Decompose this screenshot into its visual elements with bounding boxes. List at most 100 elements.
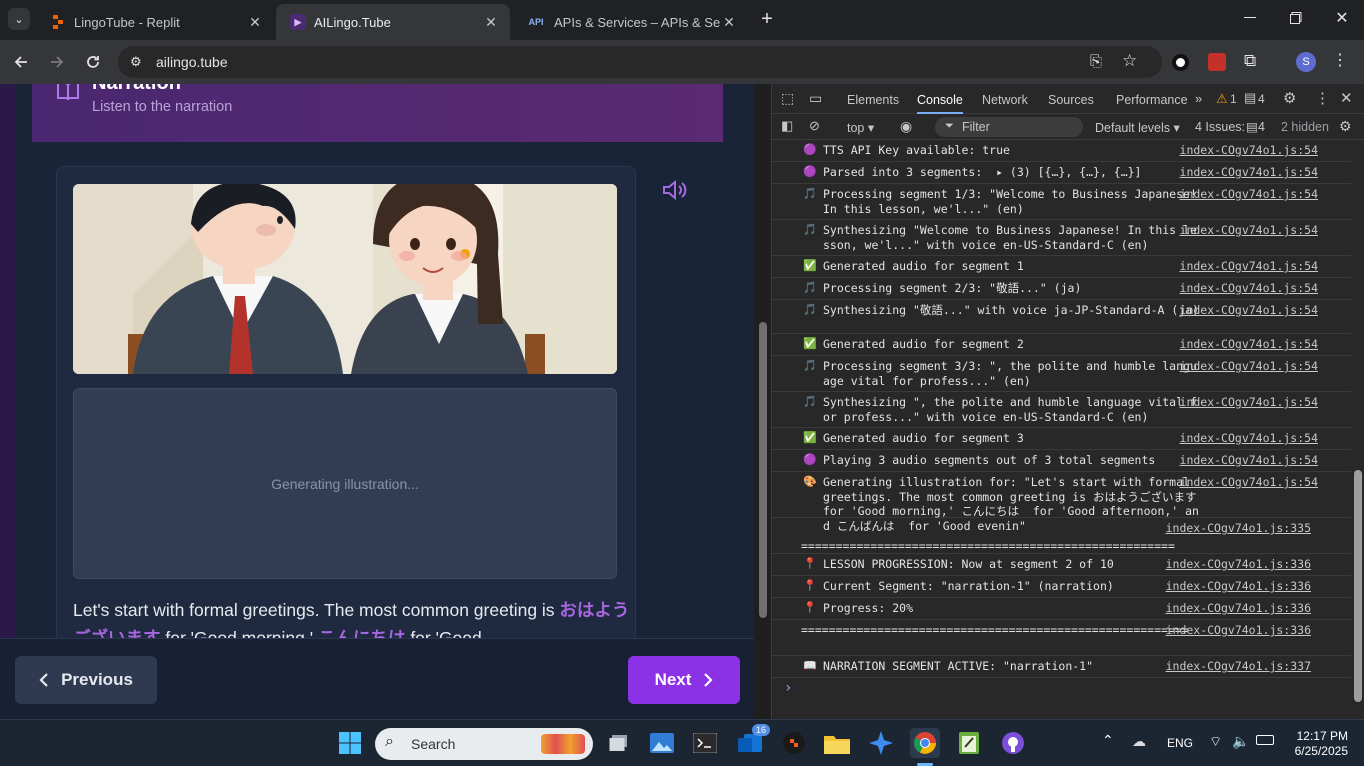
- battery-icon[interactable]: [1256, 735, 1274, 745]
- log-source-link[interactable]: index-COgv74o1.js:54: [1180, 431, 1318, 446]
- log-source-link[interactable]: index-COgv74o1.js:54: [1180, 187, 1318, 202]
- log-source-link[interactable]: index-COgv74o1.js:336: [1166, 601, 1311, 616]
- wifi-icon[interactable]: ⌔: [1209, 733, 1222, 751]
- console-scrollbar[interactable]: [1351, 140, 1364, 719]
- console-message[interactable]: ✅ Generated audio for segment 1 index-COgv…: [772, 256, 1351, 278]
- page-scrollbar-thumb[interactable]: [759, 322, 767, 618]
- browser-menu-icon[interactable]: ⋮: [1332, 50, 1348, 70]
- close-window-button[interactable]: ✕: [1330, 6, 1354, 30]
- log-source-link[interactable]: index-COgv74o1.js:54: [1180, 223, 1318, 238]
- log-source-link[interactable]: index-COgv74o1.js:54: [1180, 165, 1318, 180]
- close-icon[interactable]: ✕: [720, 13, 738, 31]
- warning-icon[interactable]: ⚠: [1216, 91, 1228, 107]
- browser-tab-apis[interactable]: API APIs & Services – APIs & Services ✕: [512, 4, 748, 40]
- file-explorer-icon[interactable]: [822, 728, 852, 758]
- console-message[interactable]: 📍 Current Segment: "narration-1" (narrati…: [772, 576, 1351, 598]
- more-tabs-icon[interactable]: »: [1195, 91, 1202, 106]
- log-source-link[interactable]: index-COgv74o1.js:54: [1180, 259, 1318, 274]
- log-source-link[interactable]: index-COgv74o1.js:336: [1166, 623, 1311, 638]
- bookmark-star-icon[interactable]: ☆: [1122, 51, 1137, 71]
- onedrive-warning-icon[interactable]: ☁: [1132, 733, 1146, 750]
- console-message[interactable]: 🟣 Playing 3 audio segments out of 3 total…: [772, 450, 1351, 472]
- next-button[interactable]: Next: [628, 656, 740, 704]
- reload-button[interactable]: [79, 48, 107, 76]
- log-source-link[interactable]: index-COgv74o1.js:54: [1180, 281, 1318, 296]
- log-source-link[interactable]: index-COgv74o1.js:54: [1180, 143, 1318, 158]
- log-levels-dropdown[interactable]: Default levels ▾: [1095, 120, 1180, 135]
- outlook-app-icon[interactable]: 16: [736, 724, 771, 758]
- github-icon[interactable]: [998, 728, 1028, 758]
- taskbar-search-box[interactable]: ⌕ Search: [375, 728, 593, 760]
- sidebar-toggle-icon[interactable]: ◧: [781, 118, 793, 134]
- clear-console-icon[interactable]: ⊘: [809, 118, 820, 134]
- browser-tab-replit[interactable]: LingoTube - Replit ✕: [36, 4, 274, 40]
- device-toolbar-icon[interactable]: ▭: [809, 90, 822, 107]
- language-indicator[interactable]: ENG: [1167, 736, 1193, 750]
- console-message[interactable]: ========================================…: [772, 620, 1351, 656]
- ai-app-icon[interactable]: [779, 728, 809, 758]
- console-message[interactable]: 🎵 Synthesizing "敬語..." with voice ja-JP-S…: [772, 300, 1351, 334]
- log-source-link[interactable]: index-COgv74o1.js:336: [1166, 579, 1311, 594]
- log-source-link[interactable]: index-COgv74o1.js:54: [1180, 303, 1318, 318]
- minimize-button[interactable]: [1238, 6, 1262, 30]
- tab-network[interactable]: Network: [982, 84, 1028, 114]
- console-message[interactable]: 📍 Progress: 20% index-COgv74o1.js:336: [772, 598, 1351, 620]
- install-app-icon[interactable]: ⎘: [1090, 53, 1102, 70]
- log-source-link[interactable]: index-COgv74o1.js:54: [1180, 395, 1318, 410]
- console-message[interactable]: 🎵 Processing segment 2/3: "敬語..." (ja) ind…: [772, 278, 1351, 300]
- back-button[interactable]: [7, 48, 35, 76]
- log-source-link[interactable]: index-COgv74o1.js:337: [1166, 659, 1311, 674]
- extensions-puzzle-icon[interactable]: ⧉: [1244, 51, 1256, 71]
- tab-elements[interactable]: Elements: [847, 84, 899, 114]
- console-message[interactable]: 🎨 Generating illustration for: "Let's sta…: [772, 472, 1351, 533]
- console-message[interactable]: ✅ Generated audio for segment 3 index-COgv…: [772, 428, 1351, 450]
- console-message[interactable]: 🎵 Processing segment 1/3: "Welcome to Bus…: [772, 184, 1351, 220]
- console-filter-input[interactable]: ⏷ Filter: [935, 117, 1083, 137]
- console-message[interactable]: 🟣 Parsed into 3 segments: ▸ (3) [{…}, {…}…: [772, 162, 1351, 184]
- gear-icon[interactable]: ⚙: [1283, 89, 1296, 107]
- console-message[interactable]: ========================================…: [772, 518, 1351, 554]
- log-source-link[interactable]: index-COgv74o1.js:54: [1180, 453, 1318, 468]
- console-message[interactable]: 📖 NARRATION SEGMENT ACTIVE: "narration-1"…: [772, 656, 1351, 678]
- copilot-icon[interactable]: [866, 728, 896, 758]
- address-bar[interactable]: ⚙ ailingo.tube ⎘ ☆: [118, 46, 1162, 78]
- console-message[interactable]: 🟣 TTS API Key available: true index-COgv74…: [772, 140, 1351, 162]
- windows-start-icon[interactable]: [335, 728, 365, 758]
- console-settings-icon[interactable]: ⚙: [1339, 118, 1352, 135]
- console-message[interactable]: 🎵 Synthesizing ", the polite and humble l…: [772, 392, 1351, 428]
- forward-button[interactable]: [43, 48, 71, 76]
- terminal-app-icon[interactable]: [690, 728, 720, 758]
- log-source-link[interactable]: index-COgv74o1.js:335: [1166, 521, 1311, 536]
- avatar[interactable]: S: [1296, 52, 1316, 72]
- console-prompt[interactable]: ›: [784, 680, 792, 696]
- page-scrollbar[interactable]: [754, 84, 771, 719]
- console-message[interactable]: 🎵 Processing segment 3/3: ", the polite a…: [772, 356, 1351, 392]
- previous-button[interactable]: Previous: [15, 656, 157, 704]
- log-source-link[interactable]: index-COgv74o1.js:54: [1180, 475, 1318, 490]
- acrobat-extension-icon[interactable]: [1208, 53, 1226, 71]
- photos-app-icon[interactable]: [647, 728, 677, 758]
- volume-icon[interactable]: 🔈: [1232, 733, 1249, 750]
- inspect-element-icon[interactable]: ⬚: [781, 90, 794, 107]
- messages-icon[interactable]: ▤: [1244, 90, 1256, 106]
- issues-label[interactable]: 4 Issues:: [1195, 120, 1245, 134]
- speaker-button[interactable]: [662, 179, 688, 201]
- restore-button[interactable]: [1284, 6, 1308, 30]
- system-clock[interactable]: 12:17 PM 6/25/2025: [1284, 729, 1348, 759]
- log-source-link[interactable]: index-COgv74o1.js:336: [1166, 557, 1311, 572]
- context-select[interactable]: top ▾: [847, 120, 874, 135]
- tab-sources[interactable]: Sources: [1048, 84, 1094, 114]
- extension-icon[interactable]: [1172, 54, 1189, 71]
- console-message[interactable]: 📍 LESSON PROGRESSION: Now at segment 2 of…: [772, 554, 1351, 576]
- chrome-icon[interactable]: [910, 728, 940, 758]
- task-view-icon[interactable]: [604, 728, 634, 758]
- close-icon[interactable]: ✕: [482, 13, 500, 31]
- notepad-app-icon[interactable]: [954, 728, 984, 758]
- console-message[interactable]: ✅ Generated audio for segment 2 index-COgv…: [772, 334, 1351, 356]
- console-message[interactable]: 🎵 Synthesizing "Welcome to Business Japan…: [772, 220, 1351, 256]
- eye-icon[interactable]: ◉: [900, 118, 912, 135]
- tab-console[interactable]: Console: [917, 84, 963, 114]
- console-scrollbar-thumb[interactable]: [1354, 470, 1362, 702]
- close-devtools-icon[interactable]: ✕: [1340, 89, 1353, 107]
- tab-performance[interactable]: Performance: [1116, 84, 1188, 114]
